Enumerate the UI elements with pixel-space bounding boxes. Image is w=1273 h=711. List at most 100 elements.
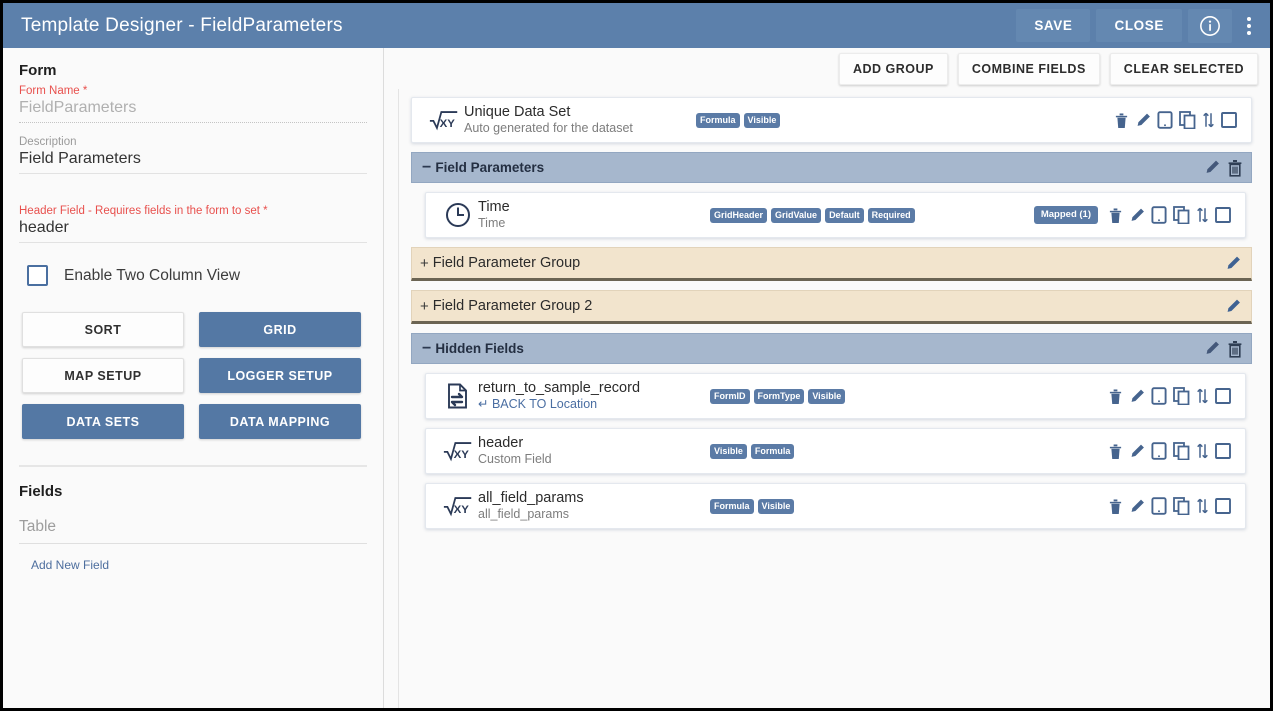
trash-icon[interactable] — [1108, 443, 1123, 460]
combine-fields-button[interactable]: COMBINE FIELDS — [957, 52, 1100, 85]
map-setup-button[interactable]: MAP SETUP — [22, 358, 184, 393]
group-actions — [1204, 159, 1243, 177]
header-field[interactable]: Header Field - Requires fields in the fo… — [19, 205, 367, 243]
save-button[interactable]: SAVE — [1016, 9, 1091, 42]
collapsed-group-row[interactable]: + Field Parameter Group 2 — [411, 290, 1252, 324]
field-row-title: all_field_params — [478, 490, 584, 507]
reorder-arrows-icon[interactable] — [1196, 206, 1209, 224]
form-name-label: Form Name * — [19, 85, 88, 97]
select-checkbox-icon[interactable] — [1215, 388, 1231, 404]
field-row[interactable]: Time Time GridHeader GridValue Default R… — [425, 192, 1246, 238]
pencil-icon[interactable] — [1135, 112, 1151, 129]
document-return-icon — [438, 383, 478, 409]
group-expand-toggle[interactable]: + — [420, 299, 429, 314]
copy-icon[interactable] — [1173, 497, 1190, 515]
add-group-button[interactable]: ADD GROUP — [838, 52, 948, 85]
select-checkbox-icon[interactable] — [1215, 443, 1231, 459]
header-field-value[interactable]: header — [19, 219, 367, 243]
main-body: Form Form Name * FieldParameters Descrip… — [3, 48, 1270, 708]
field-row-actions — [1114, 111, 1237, 129]
status-badge: FormType — [753, 388, 805, 404]
description-value[interactable]: Field Parameters — [19, 150, 367, 174]
group-header[interactable]: − Hidden Fields — [411, 333, 1252, 364]
status-badge: FormID — [710, 388, 750, 404]
group-actions — [1225, 298, 1241, 315]
field-row[interactable]: return_to_sample_record ↵ BACK TO Locati… — [425, 373, 1246, 419]
info-button[interactable] — [1188, 8, 1232, 43]
tablet-icon[interactable] — [1151, 442, 1167, 460]
reorder-arrows-icon[interactable] — [1202, 111, 1215, 129]
pencil-icon[interactable] — [1225, 255, 1241, 272]
pencil-icon[interactable] — [1129, 498, 1145, 515]
field-row-title: header — [478, 435, 524, 452]
add-new-field-link[interactable]: Add New Field — [31, 558, 367, 572]
form-canvas-panel: ADD GROUP COMBINE FIELDS CLEAR SELECTED … — [384, 48, 1270, 708]
copy-icon[interactable] — [1173, 387, 1190, 405]
select-checkbox-icon[interactable] — [1215, 207, 1231, 223]
tablet-icon[interactable] — [1157, 111, 1173, 129]
field-row-badges: Visible Formula — [710, 443, 1108, 459]
data-sets-button[interactable]: DATA SETS — [22, 404, 184, 439]
field-row-actions — [1108, 206, 1231, 224]
info-circle-icon — [1200, 15, 1220, 36]
sort-button[interactable]: SORT — [22, 312, 184, 347]
trash-icon[interactable] — [1108, 498, 1123, 515]
description-field[interactable]: Description Field Parameters — [19, 136, 367, 174]
copy-icon[interactable] — [1173, 442, 1190, 460]
fields-section-title: Fields — [19, 483, 63, 500]
logger-setup-button[interactable]: LOGGER SETUP — [199, 358, 361, 393]
grid-button[interactable]: GRID — [199, 312, 361, 347]
trash-icon[interactable] — [1114, 112, 1129, 129]
kebab-dot — [1247, 16, 1251, 21]
two-column-view-checkbox[interactable] — [27, 265, 48, 286]
table-input[interactable]: Table — [19, 518, 367, 544]
tablet-icon[interactable] — [1151, 497, 1167, 515]
field-row[interactable]: XY Unique Data Set Auto generated for th… — [411, 97, 1252, 143]
status-badge: Formula — [696, 112, 740, 128]
trash-icon[interactable] — [1227, 159, 1243, 177]
trash-icon[interactable] — [1227, 340, 1243, 358]
group-collapse-toggle[interactable]: − — [422, 340, 431, 357]
status-badge: Visible — [743, 112, 781, 128]
reorder-arrows-icon[interactable] — [1196, 442, 1209, 460]
pencil-icon[interactable] — [1204, 340, 1220, 357]
overflow-menu-button[interactable] — [1234, 9, 1264, 43]
pencil-icon[interactable] — [1204, 159, 1220, 176]
group-collapse-toggle[interactable]: − — [422, 159, 431, 176]
group-actions — [1204, 340, 1243, 358]
field-row-badges: Formula Visible — [696, 112, 1114, 128]
form-name-value[interactable]: FieldParameters — [19, 99, 367, 123]
select-checkbox-icon[interactable] — [1215, 498, 1231, 514]
select-checkbox-icon[interactable] — [1221, 112, 1237, 128]
tablet-icon[interactable] — [1151, 206, 1167, 224]
copy-icon[interactable] — [1179, 111, 1196, 129]
collapsed-group-row[interactable]: + Field Parameter Group — [411, 247, 1252, 281]
clear-selected-button[interactable]: CLEAR SELECTED — [1109, 52, 1258, 85]
field-row-subtitle: Custom Field — [478, 452, 552, 467]
form-settings-panel: Form Form Name * FieldParameters Descrip… — [3, 48, 384, 708]
group-name: Hidden Fields — [435, 341, 524, 356]
pencil-icon[interactable] — [1129, 207, 1145, 224]
field-row[interactable]: XY header Custom Field Visible Formula — [425, 428, 1246, 474]
field-row[interactable]: XY all_field_params all_field_params For… — [425, 483, 1246, 529]
copy-icon[interactable] — [1173, 206, 1190, 224]
pencil-icon[interactable] — [1129, 443, 1145, 460]
close-button[interactable]: CLOSE — [1096, 9, 1182, 42]
trash-icon[interactable] — [1108, 207, 1123, 224]
tablet-icon[interactable] — [1151, 387, 1167, 405]
two-column-view-row[interactable]: Enable Two Column View — [27, 265, 367, 286]
group-expand-toggle[interactable]: + — [420, 256, 429, 271]
group-header[interactable]: − Field Parameters — [411, 152, 1252, 183]
reorder-arrows-icon[interactable] — [1196, 387, 1209, 405]
formula-sqrt-xy-icon: XY — [438, 440, 478, 462]
form-name-field[interactable]: Form Name * FieldParameters — [19, 85, 367, 123]
trash-icon[interactable] — [1108, 388, 1123, 405]
data-mapping-button[interactable]: DATA MAPPING — [199, 404, 361, 439]
pencil-icon[interactable] — [1129, 388, 1145, 405]
pencil-icon[interactable] — [1225, 298, 1241, 315]
status-badge: GridHeader — [710, 207, 768, 223]
status-badge: Default — [825, 207, 864, 223]
status-badge: Required — [867, 207, 915, 223]
reorder-arrows-icon[interactable] — [1196, 497, 1209, 515]
